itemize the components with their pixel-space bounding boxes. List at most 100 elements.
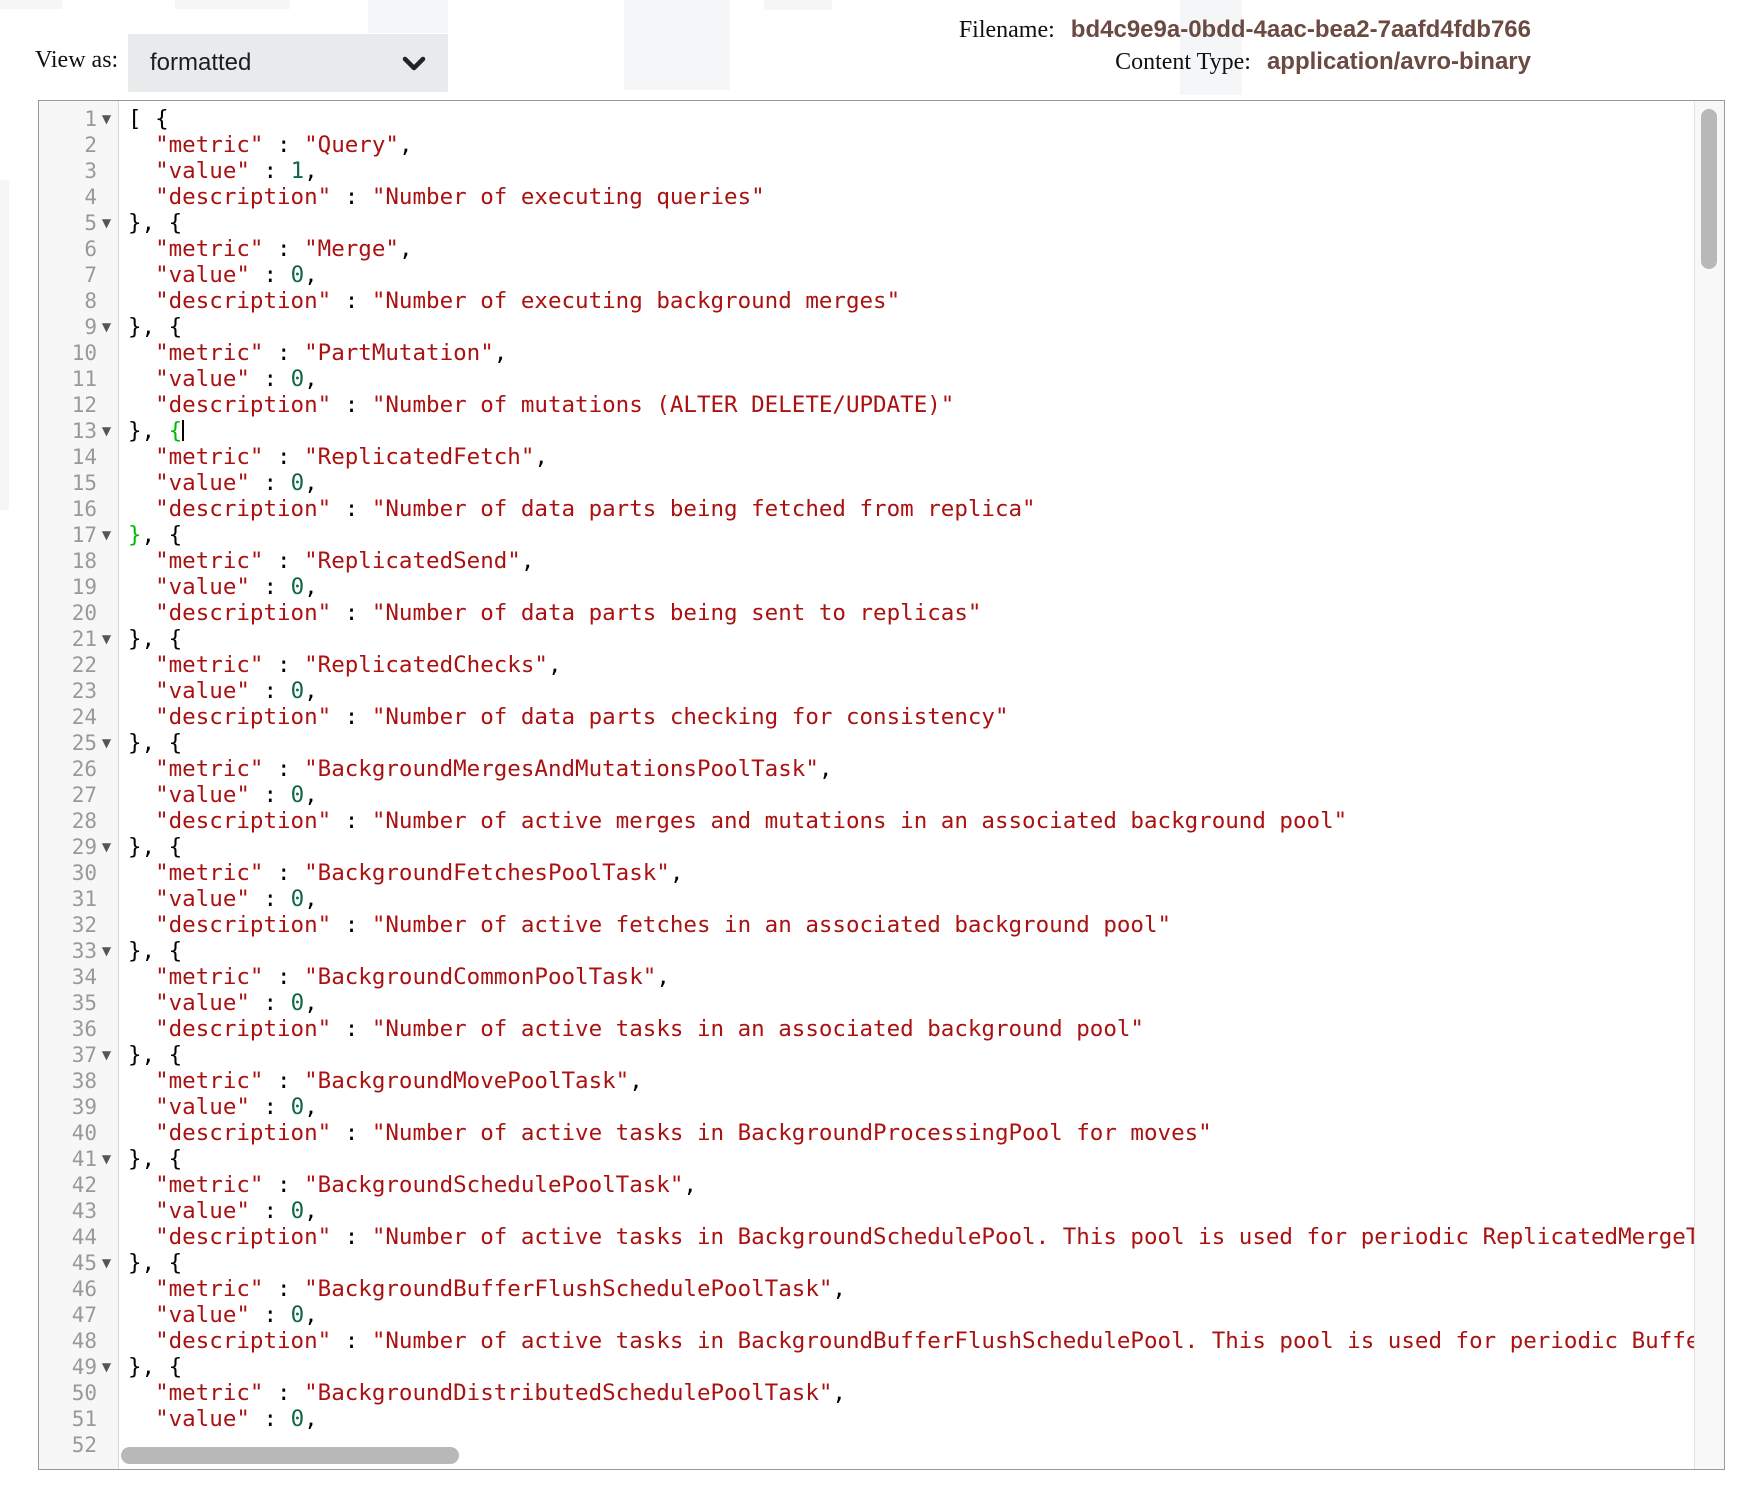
line-number: 42 [72,1173,97,1197]
code-line[interactable]: "description" : "Number of executing bac… [128,288,1694,314]
horizontal-scrollbar[interactable] [119,1443,1694,1469]
filename-value: bd4c9e9a-0bdd-4aac-bea2-7aafd4fdb766 [1071,16,1531,43]
code-line[interactable]: "metric" : "BackgroundCommonPoolTask", [128,964,1694,990]
code-token: : [263,548,304,574]
code-line[interactable]: }, { [128,210,1694,236]
code-line[interactable]: }, { [128,1250,1694,1276]
code-editor[interactable]: 1▼2345▼6789▼10111213▼14151617▼18192021▼2… [38,100,1725,1470]
code-line[interactable]: "description" : "Number of data parts be… [128,600,1694,626]
code-token [128,366,155,392]
view-as-dropdown[interactable]: formatted [128,34,448,92]
code-token: "metric" [155,964,263,990]
gutter-row: 43 [39,1198,118,1224]
fold-arrow-icon[interactable]: ▼ [97,418,116,444]
code-token: }, { [128,210,182,236]
code-line[interactable]: }, { [128,1354,1694,1380]
code-line[interactable]: }, { [128,314,1694,340]
fold-arrow-icon[interactable]: ▼ [97,730,116,756]
code-line[interactable] [128,1432,1694,1443]
gutter-row: 9▼ [39,314,118,340]
vertical-scrollbar[interactable] [1694,101,1724,1469]
fold-arrow-icon[interactable]: ▼ [97,834,116,860]
editor-code-area[interactable]: [ { "metric" : "Query", "value" : 1, "de… [120,101,1694,1443]
code-token: [ { [128,106,169,132]
code-token [128,1120,155,1146]
code-line[interactable]: "description" : "Number of executing que… [128,184,1694,210]
code-line[interactable]: }, { [128,626,1694,652]
line-number: 4 [84,185,97,209]
code-line[interactable]: "value" : 0, [128,470,1694,496]
code-token [128,912,155,938]
code-line[interactable]: "description" : "Number of mutations (AL… [128,392,1694,418]
fold-arrow-icon[interactable]: ▼ [97,522,116,548]
code-line[interactable]: }, { [128,938,1694,964]
code-line[interactable]: "description" : "Number of active tasks … [128,1120,1694,1146]
code-line[interactable]: "metric" : "BackgroundDistributedSchedul… [128,1380,1694,1406]
code-token: : [263,132,304,158]
code-token [128,158,155,184]
code-token: }, { [128,626,182,652]
code-line[interactable]: "value" : 0, [128,782,1694,808]
code-line[interactable]: "description" : "Number of active tasks … [128,1328,1694,1354]
horizontal-scrollbar-thumb[interactable] [121,1447,459,1464]
code-line[interactable]: "value" : 1, [128,158,1694,184]
code-line[interactable]: "metric" : "PartMutation", [128,340,1694,366]
code-line[interactable]: "description" : "Number of data parts be… [128,496,1694,522]
gutter-row: 23 [39,678,118,704]
line-number: 20 [72,601,97,625]
code-line[interactable]: "value" : 0, [128,1302,1694,1328]
code-token: : [263,1276,304,1302]
code-line[interactable]: "metric" : "Query", [128,132,1694,158]
code-line[interactable]: "value" : 0, [128,366,1694,392]
code-token [128,1302,155,1328]
vertical-scrollbar-thumb[interactable] [1701,109,1717,269]
code-line[interactable]: "value" : 0, [128,990,1694,1016]
code-line[interactable]: "value" : 0, [128,1094,1694,1120]
code-line[interactable]: "metric" : "ReplicatedSend", [128,548,1694,574]
fold-arrow-icon[interactable]: ▼ [97,1250,116,1276]
code-line[interactable]: "metric" : "ReplicatedChecks", [128,652,1694,678]
fold-arrow-icon[interactable]: ▼ [97,1042,116,1068]
code-line[interactable]: "value" : 0, [128,678,1694,704]
code-line[interactable]: "metric" : "BackgroundSchedulePoolTask", [128,1172,1694,1198]
code-token: , [494,340,508,366]
fold-arrow-icon[interactable]: ▼ [97,210,116,236]
code-line[interactable]: "metric" : "BackgroundBufferFlushSchedul… [128,1276,1694,1302]
fold-arrow-icon[interactable]: ▼ [97,314,116,340]
gutter-row: 1▼ [39,106,118,132]
code-line[interactable]: }, { [128,522,1694,548]
code-line[interactable]: [ { [128,106,1694,132]
code-token [128,288,155,314]
code-line[interactable]: "value" : 0, [128,886,1694,912]
code-token: : [331,1328,372,1354]
fold-arrow-icon[interactable]: ▼ [97,1146,116,1172]
code-line[interactable]: }, { [128,834,1694,860]
code-line[interactable]: }, { [128,1042,1694,1068]
code-line[interactable]: "value" : 0, [128,574,1694,600]
code-line[interactable]: "description" : "Number of active tasks … [128,1224,1694,1250]
code-line[interactable]: "value" : 0, [128,262,1694,288]
code-line[interactable]: "value" : 0, [128,1198,1694,1224]
code-token: }, { [128,1354,182,1380]
code-line[interactable]: }, { [128,1146,1694,1172]
code-line[interactable]: "description" : "Number of active fetche… [128,912,1694,938]
code-line[interactable]: "metric" : "BackgroundMergesAndMutations… [128,756,1694,782]
fold-arrow-icon[interactable]: ▼ [97,938,116,964]
code-line[interactable]: "description" : "Number of active tasks … [128,1016,1694,1042]
fold-arrow-icon[interactable]: ▼ [97,626,116,652]
line-number: 26 [72,757,97,781]
code-token: , [548,652,562,678]
code-line[interactable]: "metric" : "Merge", [128,236,1694,262]
line-number: 32 [72,913,97,937]
code-line[interactable]: "description" : "Number of active merges… [128,808,1694,834]
code-line[interactable]: "metric" : "BackgroundFetchesPoolTask", [128,860,1694,886]
code-line[interactable]: "value" : 0, [128,1406,1694,1432]
code-line[interactable]: "metric" : "BackgroundMovePoolTask", [128,1068,1694,1094]
code-line[interactable]: }, { [128,418,1694,444]
code-line[interactable]: }, { [128,730,1694,756]
placeholder-block [0,0,62,9]
fold-arrow-icon[interactable]: ▼ [97,106,116,132]
fold-arrow-icon[interactable]: ▼ [97,1354,116,1380]
code-line[interactable]: "metric" : "ReplicatedFetch", [128,444,1694,470]
code-line[interactable]: "description" : "Number of data parts ch… [128,704,1694,730]
